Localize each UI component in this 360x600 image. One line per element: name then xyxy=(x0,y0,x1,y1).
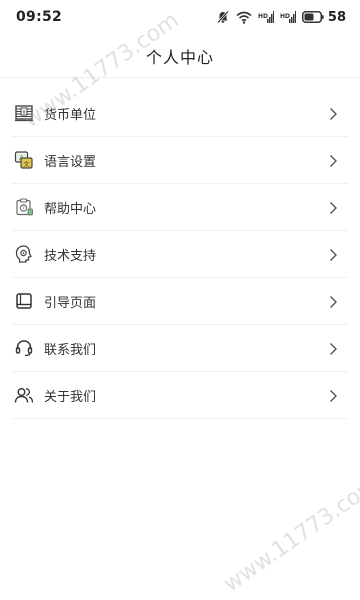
svg-text:¥: ¥ xyxy=(22,110,26,116)
currency-icon: ¥ xyxy=(14,103,34,123)
chevron-right-icon xyxy=(326,200,340,214)
menu-item-label: 技术支持 xyxy=(44,248,97,264)
menu-item-help-center[interactable]: ? 帮助中心 xyxy=(12,184,348,231)
svg-text:HD: HD xyxy=(258,13,268,20)
menu-item-tech-support[interactable]: 技术支持 xyxy=(12,231,348,278)
menu-item-label: 货币单位 xyxy=(44,107,97,123)
language-icon: A 文 xyxy=(14,150,34,170)
signal-icon-1: HD xyxy=(258,11,274,23)
chevron-right-icon xyxy=(326,341,340,355)
menu-item-label: 联系我们 xyxy=(44,342,97,358)
menu-item-about-us[interactable]: 关于我们 xyxy=(12,372,348,419)
status-time: 09:52 xyxy=(16,9,63,25)
support-icon xyxy=(14,244,34,264)
menu-item-label: 语言设置 xyxy=(44,154,97,170)
battery: 58 xyxy=(301,9,346,25)
chevron-right-icon xyxy=(326,153,340,167)
chevron-right-icon xyxy=(326,294,340,308)
battery-percent: 58 xyxy=(327,9,346,25)
chevron-right-icon xyxy=(326,247,340,261)
chevron-right-icon xyxy=(326,388,340,402)
menu-item-guide-page[interactable]: 引导页面 xyxy=(12,278,348,325)
status-icons: HD HD 58 xyxy=(216,10,346,25)
guide-icon xyxy=(14,291,34,311)
title-bar: 个人中心 xyxy=(0,34,360,78)
svg-text:文: 文 xyxy=(23,159,30,168)
notifications-off-icon xyxy=(216,10,230,24)
screen: 09:52 HD HD 58 个人中心 ¥ 货币单位 文 语言设置 ? 帮助中心… xyxy=(0,0,360,600)
users-icon xyxy=(14,385,34,405)
page-title: 个人中心 xyxy=(145,47,214,67)
signal-icon-2: HD xyxy=(280,11,296,23)
headset-icon xyxy=(14,338,34,358)
menu-item-label: 帮助中心 xyxy=(44,201,97,217)
wifi-icon xyxy=(236,11,252,24)
svg-text:?: ? xyxy=(22,206,25,212)
svg-text:HD: HD xyxy=(280,13,290,20)
status-bar: 09:52 HD HD 58 xyxy=(0,0,360,34)
watermark-bottom: www.11773.com xyxy=(219,471,360,598)
chevron-right-icon xyxy=(326,106,340,120)
help-icon: ? xyxy=(14,197,34,217)
menu-item-label: 关于我们 xyxy=(44,389,97,405)
battery-icon xyxy=(301,11,324,23)
menu-item-language-settings[interactable]: A 文 语言设置 xyxy=(12,137,348,184)
menu-item-contact-us[interactable]: 联系我们 xyxy=(12,325,348,372)
menu-item-label: 引导页面 xyxy=(44,295,97,311)
menu-item-currency-unit[interactable]: ¥ 货币单位 xyxy=(12,90,348,137)
menu-list: ¥ 货币单位 A 文 语言设置 xyxy=(0,90,360,419)
